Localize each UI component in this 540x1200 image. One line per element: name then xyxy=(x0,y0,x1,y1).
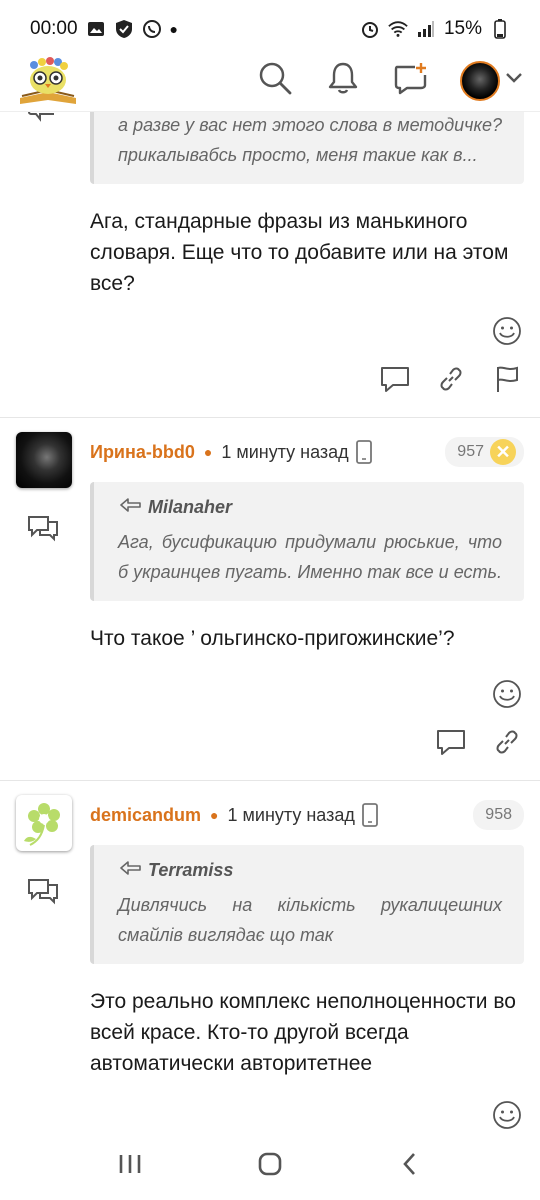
reply-arrow-icon xyxy=(118,859,144,882)
status-time: 00:00 xyxy=(30,18,78,39)
mobile-device-icon xyxy=(361,802,379,828)
report-button[interactable] xyxy=(490,365,524,397)
quote-author-name: Terramiss xyxy=(148,860,234,880)
divider xyxy=(0,417,540,418)
online-dot-icon: ● xyxy=(203,444,213,460)
copy-link-button[interactable] xyxy=(434,365,468,397)
comment: demicandum ● 1 минуту назад 958 Terramis… xyxy=(0,795,540,1132)
reply-arrow-icon xyxy=(118,496,144,519)
new-post-button[interactable] xyxy=(392,62,430,100)
comment-text: Это реально комплекс неполноценности во … xyxy=(90,990,516,1075)
comment-meta: demicandum ● 1 минуту назад 958 xyxy=(90,795,524,835)
wifi-icon xyxy=(388,19,408,39)
reply-button[interactable] xyxy=(434,728,468,760)
reply-button[interactable] xyxy=(378,365,412,397)
quote-author[interactable]: Terramiss xyxy=(118,859,502,882)
comments-feed[interactable]: а разве у вас нет этого слова в методичк… xyxy=(0,112,540,1132)
notification-dot-icon: ● xyxy=(169,21,179,37)
comment-number: 958 xyxy=(485,806,512,823)
comment-time: 1 минуту назад xyxy=(227,804,355,825)
shield-icon xyxy=(114,19,134,39)
battery-percent: 15% xyxy=(443,18,482,39)
emoji-reaction-button[interactable] xyxy=(490,679,524,714)
comment-time: 1 минуту назад xyxy=(221,441,349,462)
online-dot-icon: ● xyxy=(210,807,219,823)
new-post-icon xyxy=(393,61,429,100)
emoji-reaction-button[interactable] xyxy=(490,316,524,351)
divider xyxy=(0,780,540,781)
emoji-reaction-button[interactable] xyxy=(490,1100,524,1133)
comment-text: Что такое ’ ольгинско-пригожинские’? xyxy=(90,627,455,650)
link-icon xyxy=(438,366,464,397)
comment-number-badge: 957 ✕ xyxy=(445,437,524,467)
comment-text: Ага, стандарные фразы из манькиного слов… xyxy=(90,210,509,295)
flag-icon xyxy=(494,365,520,398)
gallery-icon xyxy=(86,19,106,39)
avatar xyxy=(460,60,500,101)
comment-author[interactable]: demicandum xyxy=(90,805,201,826)
system-nav-bar xyxy=(0,1132,540,1200)
reply-chat-icon[interactable] xyxy=(26,112,60,130)
comment-author[interactable]: Ирина-bbd0 xyxy=(90,442,195,463)
app-header xyxy=(0,50,540,112)
alarm-icon xyxy=(360,19,380,39)
link-icon xyxy=(494,729,520,760)
quote-text: а разве у вас нет этого слова в методичк… xyxy=(118,115,502,165)
home-icon xyxy=(257,1151,283,1182)
quote-text: Дивлячись на кількість рукалицешних смай… xyxy=(118,895,502,945)
recent-apps-button[interactable] xyxy=(100,1141,160,1191)
quote-author-name: Milanaher xyxy=(148,497,233,517)
quote-author[interactable]: Milanaher xyxy=(118,496,502,519)
viber-icon xyxy=(142,19,162,39)
quote-block: а разве у вас нет этого слова в методичк… xyxy=(90,112,524,184)
copy-link-button[interactable] xyxy=(490,728,524,760)
comment-avatar[interactable] xyxy=(16,432,72,488)
bell-icon xyxy=(327,61,359,100)
reply-chat-icon[interactable] xyxy=(26,514,60,542)
back-button[interactable] xyxy=(380,1141,440,1191)
smile-icon xyxy=(492,316,522,351)
smile-icon xyxy=(492,1100,522,1133)
home-button[interactable] xyxy=(240,1141,300,1191)
signal-icon xyxy=(416,19,436,39)
user-menu-button[interactable] xyxy=(460,60,524,101)
close-icon[interactable]: ✕ xyxy=(490,439,516,465)
quote-block: Terramiss Дивлячись на кількість рукалиц… xyxy=(90,845,524,964)
reply-chat-icon[interactable] xyxy=(26,877,60,905)
battery-icon xyxy=(490,19,510,39)
chevron-down-icon xyxy=(504,71,524,90)
search-icon xyxy=(258,61,292,100)
smile-icon xyxy=(492,679,522,714)
comment: Ирина-bbd0 ● 1 минуту назад 957 ✕ Milana… xyxy=(0,432,540,781)
back-icon xyxy=(400,1151,420,1182)
notifications-button[interactable] xyxy=(324,62,362,100)
speech-bubble-icon xyxy=(435,727,467,762)
mobile-device-icon xyxy=(355,439,373,465)
recent-apps-icon xyxy=(117,1152,143,1181)
quote-block: Milanaher Ага, бусификацию придумали рюс… xyxy=(90,482,524,601)
speech-bubble-icon xyxy=(379,364,411,399)
owl-logo[interactable] xyxy=(16,54,80,108)
search-button[interactable] xyxy=(256,62,294,100)
comment-meta: Ирина-bbd0 ● 1 минуту назад 957 ✕ xyxy=(90,432,524,472)
comment: а разве у вас нет этого слова в методичк… xyxy=(0,112,540,418)
quote-text: Ага, бусификацию придумали рюськие, что … xyxy=(118,532,502,582)
comment-avatar[interactable] xyxy=(16,795,72,851)
comment-number-badge: 958 xyxy=(473,800,524,830)
comment-number: 957 xyxy=(457,443,484,460)
